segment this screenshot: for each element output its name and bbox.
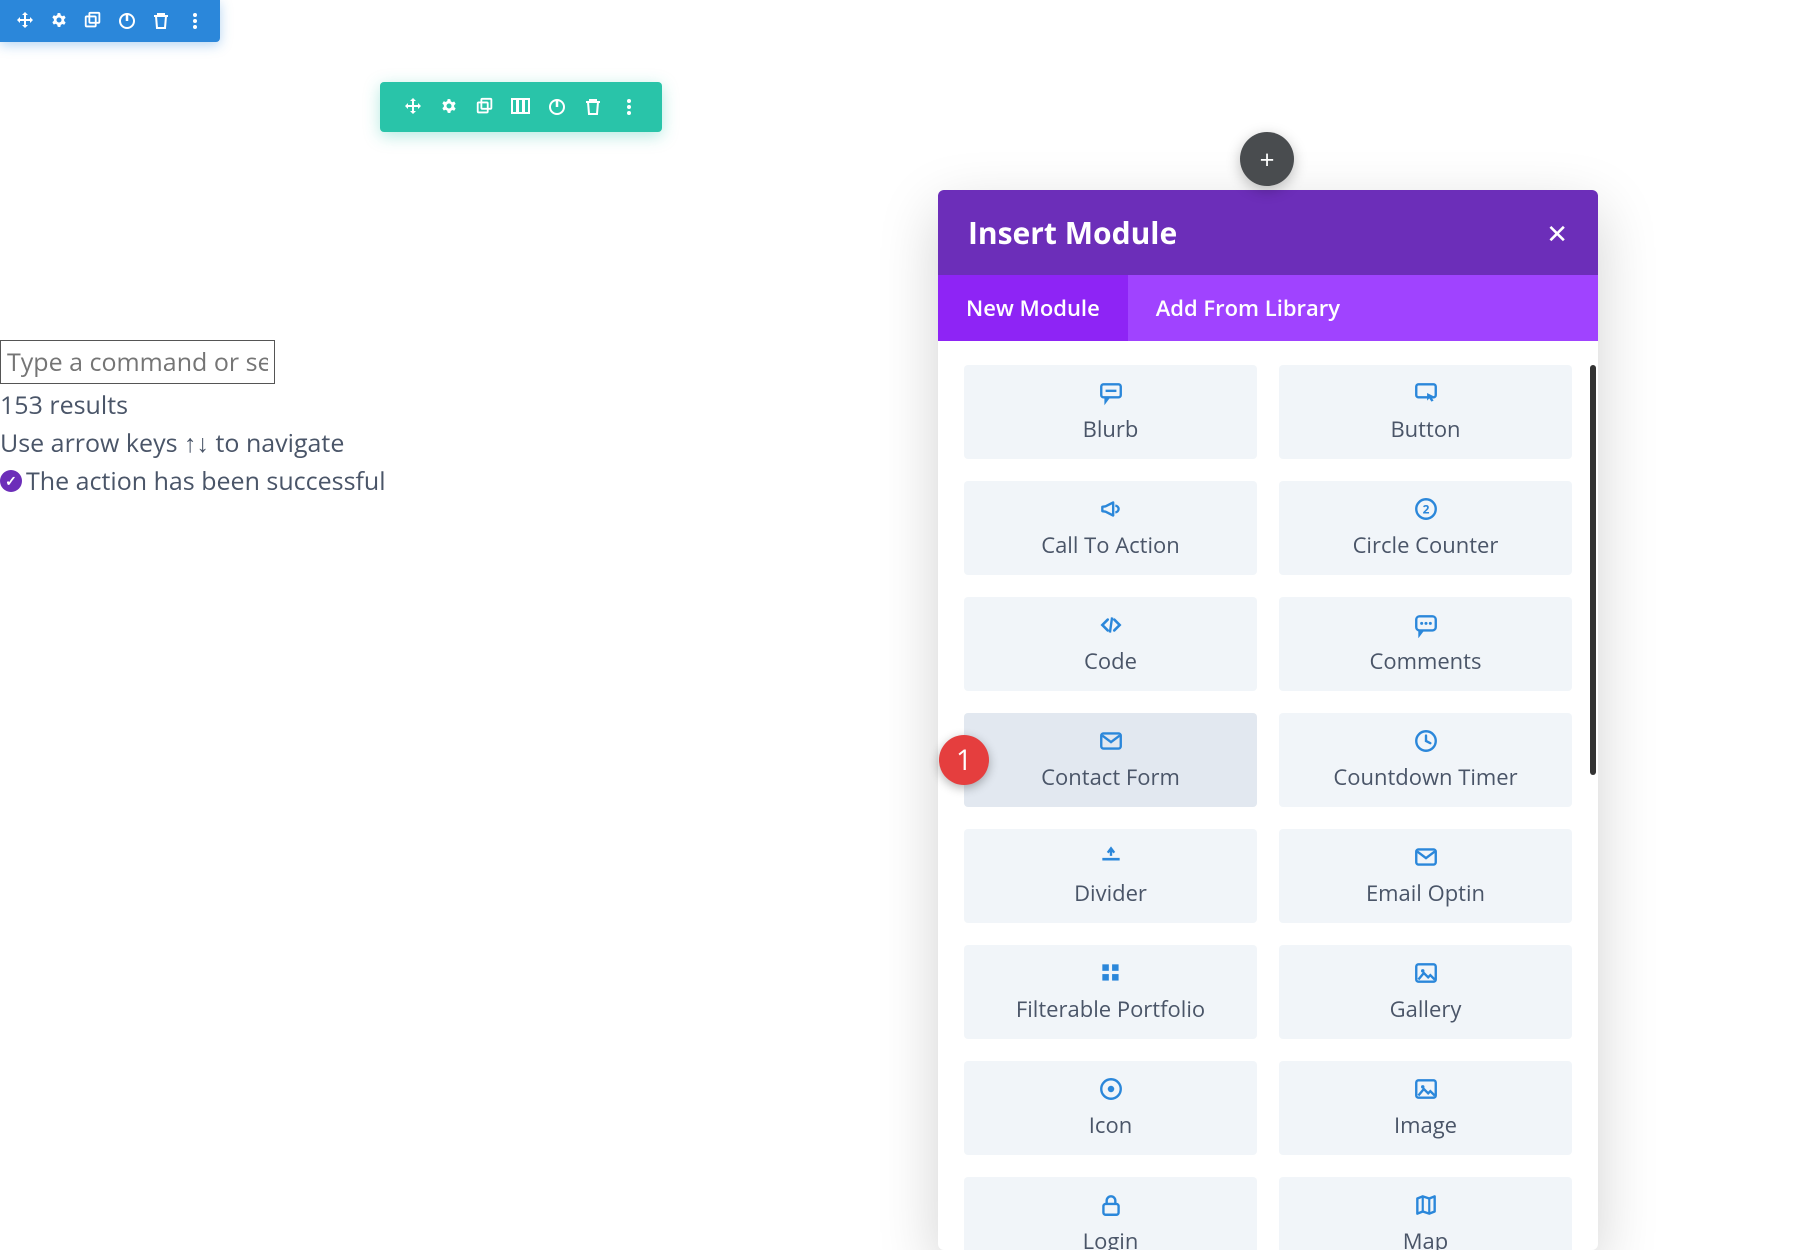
gear-icon[interactable] (48, 10, 70, 32)
module-label: Icon (1089, 1110, 1132, 1140)
module-label: Button (1390, 414, 1460, 444)
module-label: Circle Counter (1353, 530, 1499, 560)
module-item-contact-form[interactable]: Contact Form (964, 713, 1257, 807)
module-item-code[interactable]: Code (964, 597, 1257, 691)
modal-tabs: New Module Add From Library (938, 275, 1598, 341)
scrollbar[interactable] (1590, 365, 1596, 775)
megaphone-icon (1098, 496, 1124, 522)
module-item-comments[interactable]: Comments (1279, 597, 1572, 691)
module-label: Blurb (1083, 414, 1139, 444)
command-input[interactable] (0, 340, 275, 384)
modal-body: Blurb Button Call To Action Circle Counter C… (938, 341, 1598, 1250)
module-label: Contact Form (1041, 762, 1180, 792)
callout-badge: 1 (939, 735, 989, 785)
duplicate-icon[interactable] (82, 10, 104, 32)
results-count: 153 results (0, 388, 386, 422)
module-label: Map (1403, 1226, 1448, 1250)
tab-new-module[interactable]: New Module (938, 275, 1128, 341)
module-item-filterable-portfolio[interactable]: Filterable Portfolio (964, 945, 1257, 1039)
module-label: Image (1394, 1110, 1457, 1140)
image-icon (1413, 1076, 1439, 1102)
mail-icon (1413, 844, 1439, 870)
message-square-icon (1098, 380, 1124, 406)
nav-hint: Use arrow keys ↑↓ to navigate (0, 426, 386, 460)
success-text: The action has been successful (26, 464, 386, 498)
map-icon (1413, 1192, 1439, 1218)
image-icon (1413, 960, 1439, 986)
trash-icon[interactable] (582, 96, 604, 118)
command-block: 153 results Use arrow keys ↑↓ to navigat… (0, 340, 386, 498)
gear-icon[interactable] (438, 96, 460, 118)
tab-add-from-library[interactable]: Add From Library (1128, 275, 1368, 341)
duplicate-icon[interactable] (474, 96, 496, 118)
comment-dots-icon (1413, 612, 1439, 638)
module-label: Divider (1074, 878, 1147, 908)
module-item-gallery[interactable]: Gallery (1279, 945, 1572, 1039)
divider-icon (1098, 844, 1124, 870)
module-item-button[interactable]: Button (1279, 365, 1572, 459)
circle-number-icon (1413, 496, 1439, 522)
module-label: Email Optin (1366, 878, 1485, 908)
module-label: Login (1083, 1226, 1139, 1250)
lock-icon (1098, 1192, 1124, 1218)
module-item-email-optin[interactable]: Email Optin (1279, 829, 1572, 923)
power-icon[interactable] (116, 10, 138, 32)
modal-header: Insert Module ✕ (938, 190, 1598, 275)
success-message: ✓ The action has been successful (0, 464, 386, 498)
module-grid: Blurb Button Call To Action Circle Counter C… (964, 365, 1572, 1250)
module-item-map[interactable]: Map (1279, 1177, 1572, 1250)
target-icon (1098, 1076, 1124, 1102)
more-icon[interactable] (618, 96, 640, 118)
module-label: Comments (1370, 646, 1482, 676)
section-toolbar (0, 0, 220, 42)
module-item-circle-counter[interactable]: Circle Counter (1279, 481, 1572, 575)
module-item-blurb[interactable]: Blurb (964, 365, 1257, 459)
trash-icon[interactable] (150, 10, 172, 32)
close-icon[interactable]: ✕ (1546, 215, 1568, 251)
module-item-countdown-timer[interactable]: Countdown Timer (1279, 713, 1572, 807)
module-label: Filterable Portfolio (1016, 994, 1205, 1024)
module-label: Countdown Timer (1333, 762, 1517, 792)
modal-title: Insert Module (968, 212, 1177, 253)
code-icon (1098, 612, 1124, 638)
row-toolbar (380, 82, 662, 132)
clock-icon (1413, 728, 1439, 754)
module-item-divider[interactable]: Divider (964, 829, 1257, 923)
add-module-button[interactable]: + (1240, 132, 1294, 186)
module-label: Gallery (1390, 994, 1462, 1024)
move-icon[interactable] (14, 10, 36, 32)
module-item-icon[interactable]: Icon (964, 1061, 1257, 1155)
pointer-button-icon (1413, 380, 1439, 406)
insert-module-modal: Insert Module ✕ New Module Add From Libr… (938, 190, 1598, 1250)
mail-icon (1098, 728, 1124, 754)
module-label: Code (1084, 646, 1137, 676)
power-icon[interactable] (546, 96, 568, 118)
module-item-login[interactable]: Login (964, 1177, 1257, 1250)
check-circle-icon: ✓ (0, 470, 22, 492)
module-item-call-to-action[interactable]: Call To Action (964, 481, 1257, 575)
move-icon[interactable] (402, 96, 424, 118)
module-item-image[interactable]: Image (1279, 1061, 1572, 1155)
columns-icon[interactable] (510, 96, 532, 118)
module-label: Call To Action (1041, 530, 1180, 560)
grid-icon (1098, 960, 1124, 986)
more-icon[interactable] (184, 10, 206, 32)
